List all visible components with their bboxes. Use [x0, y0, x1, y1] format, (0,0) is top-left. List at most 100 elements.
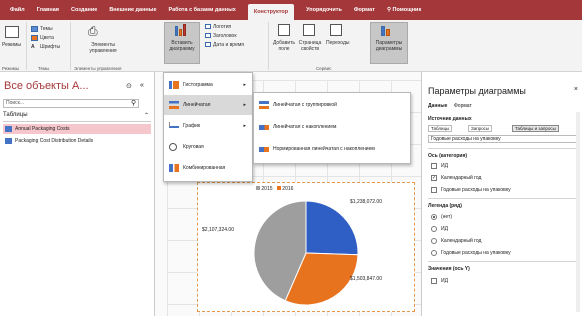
- menu-item-bar[interactable]: Линейчатая ▸: [164, 95, 252, 115]
- values-heading: Значения (ось Y): [428, 266, 470, 272]
- data-label: $1,503,847.00: [350, 276, 382, 282]
- chart-control[interactable]: 2015 2016 $1,238,072.00 $1,503,847.00 $2…: [197, 182, 415, 312]
- add-field-button[interactable]: Добавить поле: [272, 40, 296, 52]
- collapse-icon[interactable]: «: [140, 82, 144, 89]
- axis-heading: Ось (категория): [428, 153, 468, 159]
- fonts-button[interactable]: Шрифты: [40, 44, 60, 50]
- datetime-button[interactable]: Дата и время: [213, 42, 244, 48]
- tab-assistant[interactable]: ⚲ Помощник: [387, 7, 421, 13]
- legend-radio-year[interactable]: [431, 238, 437, 244]
- title-button[interactable]: Заголовок: [213, 33, 237, 39]
- tab-order-icon: [330, 24, 342, 36]
- axis-checkbox-cost[interactable]: [431, 187, 437, 193]
- chevron-down-icon[interactable]: ⊙: [126, 82, 132, 90]
- tab-format-pane[interactable]: Формат: [454, 103, 472, 109]
- property-sheet-button[interactable]: Страница свойств: [297, 40, 323, 52]
- themes-group-label: Темы: [38, 66, 50, 71]
- add-field-icon: [278, 24, 290, 36]
- source-tables-toggle[interactable]: Таблицы: [428, 125, 453, 132]
- tab-file[interactable]: Файл: [10, 7, 25, 13]
- submenu-item-stacked-bar[interactable]: Линейчатая с накоплением: [254, 117, 410, 137]
- menu-item-column[interactable]: Гистограмма ▸: [164, 75, 252, 95]
- tab-design[interactable]: Конструктор: [247, 4, 295, 20]
- submenu-item-label: Линейчатая с накоплением: [273, 124, 337, 130]
- colors-icon: [31, 35, 38, 41]
- axis-option-label: ИД: [441, 163, 448, 169]
- controls-icon: ⎙: [88, 24, 98, 38]
- logo-icon: [205, 24, 211, 29]
- bar-chart-submenu: Линейчатая с группировкой Линейчатая с н…: [253, 92, 411, 164]
- pane-scrollbar[interactable]: [576, 112, 580, 312]
- tab-arrange[interactable]: Упорядочить: [306, 7, 342, 13]
- submenu-item-100-stacked-bar[interactable]: Нормированная линейчатая с накоплением: [254, 139, 410, 159]
- menu-item-pie[interactable]: Круговая: [164, 137, 252, 157]
- title-icon: [205, 33, 211, 38]
- legend-option-label: (нет): [441, 214, 452, 220]
- controls-button[interactable]: Элементы управления: [80, 42, 126, 54]
- chevron-up-icon[interactable]: ⌃: [144, 112, 149, 119]
- divider: [428, 261, 578, 262]
- menu-item-label: Линейчатая: [183, 102, 211, 108]
- source-queries-toggle[interactable]: Запросы: [468, 125, 493, 132]
- data-source-select[interactable]: Годовые расходы на упаковку: [428, 135, 578, 143]
- values-option-label: ИД: [441, 278, 448, 284]
- list-item[interactable]: Packaging Cost Distribution Details: [3, 136, 151, 146]
- tab-assistant-label: Помощник: [392, 7, 422, 13]
- tab-create[interactable]: Создание: [71, 7, 97, 13]
- navigation-pane: Все объекты A... ⊙ « Поиск... ⚲ Таблицы …: [0, 72, 155, 316]
- calendar-icon: [205, 42, 211, 47]
- tab-format[interactable]: Формат: [354, 7, 375, 13]
- stacked-bar-icon: [259, 125, 269, 130]
- legend-option-label: Годовые расходы на упаковку: [441, 250, 511, 256]
- tab-data[interactable]: Данные: [428, 103, 447, 109]
- legend-radio-none[interactable]: [431, 214, 437, 220]
- chart-settings-icon: [386, 29, 390, 36]
- data-source-heading: Источник данных: [428, 116, 472, 122]
- menu-item-combo[interactable]: Комбинированная: [164, 158, 252, 178]
- list-item[interactable]: Annual Packaging Costs: [3, 124, 151, 134]
- chart-bar-icon: [179, 29, 182, 36]
- insert-chart-label: Вставить диаграмму: [169, 40, 195, 52]
- fonts-icon: A: [31, 44, 35, 50]
- tab-external-data[interactable]: Внешние данные: [109, 7, 156, 13]
- list-item-label: Packaging Cost Distribution Details: [15, 138, 94, 144]
- clustered-bar-icon: [259, 101, 269, 109]
- combo-chart-icon: [169, 164, 179, 172]
- divider: [428, 198, 578, 199]
- submenu-item-clustered-bar[interactable]: Линейчатая с группировкой: [254, 95, 410, 115]
- views-group-label: Режимы: [2, 66, 20, 71]
- ribbon-tab-bar: Файл Главная Создание Внешние данные Раб…: [0, 0, 582, 20]
- chart-type-menu: Гистограмма ▸ Линейчатая ▸ График ▸ Круг…: [163, 72, 253, 182]
- values-checkbox-id[interactable]: [431, 278, 437, 284]
- tab-home[interactable]: Главная: [37, 7, 59, 13]
- chevron-right-icon: ▸: [243, 123, 246, 129]
- legend-radio-id[interactable]: [431, 226, 437, 232]
- tab-order-button[interactable]: Переходы: [326, 40, 349, 46]
- colors-button[interactable]: Цвета: [40, 35, 54, 41]
- axis-option-label: Годовые расходы на упаковку: [441, 187, 511, 193]
- submenu-item-label: Линейчатая с группировкой: [273, 102, 337, 108]
- themes-icon: [31, 26, 38, 32]
- axis-checkbox-id[interactable]: [431, 163, 437, 169]
- logo-button[interactable]: Логотип: [213, 24, 231, 30]
- menu-item-label: Комбинированная: [183, 165, 226, 171]
- legend-radio-cost[interactable]: [431, 250, 437, 256]
- pie-chart: [253, 200, 359, 306]
- search-input[interactable]: Поиск...: [3, 99, 139, 108]
- legend-option-label: Календарный год: [441, 238, 482, 244]
- tab-database-tools[interactable]: Работа с базами данных: [169, 7, 236, 13]
- themes-button[interactable]: Темы: [40, 26, 53, 32]
- line-chart-icon: [169, 122, 179, 128]
- nav-title[interactable]: Все объекты A...: [4, 80, 89, 92]
- close-icon[interactable]: ×: [574, 86, 578, 93]
- axis-checkbox-year[interactable]: ✓: [431, 175, 437, 181]
- chart-settings-label: Параметры диаграммы: [375, 40, 403, 52]
- chevron-right-icon: ▸: [243, 102, 246, 108]
- source-both-toggle[interactable]: Таблицы и запросы: [512, 125, 559, 132]
- menu-item-line[interactable]: График ▸: [164, 116, 252, 136]
- views-button[interactable]: Режимы: [2, 42, 21, 48]
- service-group-label: Сервис: [316, 66, 332, 71]
- search-icon[interactable]: ⚲: [131, 99, 136, 107]
- nav-section-tables[interactable]: Таблицы ⌃: [3, 112, 151, 122]
- property-sheet-icon: [303, 24, 315, 36]
